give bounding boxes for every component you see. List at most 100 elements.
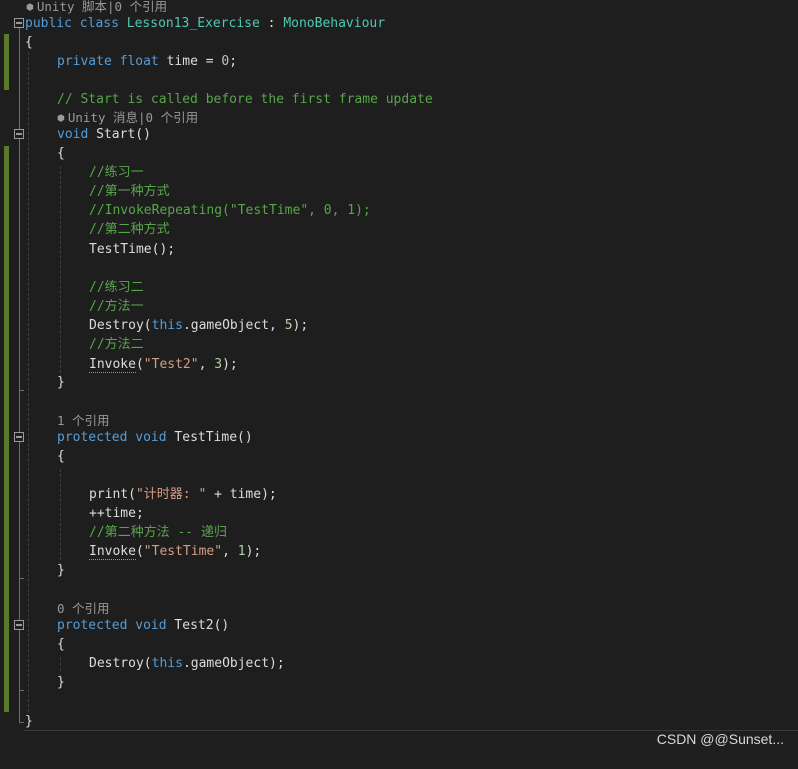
paren: ( xyxy=(128,487,136,502)
comment: //第二种方法 -- 递归 xyxy=(89,525,227,540)
code-line[interactable]: // Start is called before the first fram… xyxy=(0,90,798,109)
code-line[interactable]: void Start() xyxy=(0,125,798,144)
number: 1 xyxy=(237,544,246,559)
number: 5 xyxy=(284,318,293,333)
method-call: Destroy xyxy=(89,656,144,671)
code-line[interactable]: { xyxy=(0,33,798,52)
operator: = xyxy=(197,54,222,69)
codelens-text[interactable]: Unity 消息|0 个引用 xyxy=(68,110,198,125)
code-line[interactable]: protected void TestTime() xyxy=(0,428,798,447)
comma: , xyxy=(198,357,215,372)
code-editor[interactable]: ⬢ Unity 脚本|0 个引用 public class Lesson13_Ex… xyxy=(0,0,798,755)
keyword: void xyxy=(135,430,167,445)
paren: ); xyxy=(245,544,262,559)
code-line[interactable]: Destroy(this.gameObject); xyxy=(0,654,798,673)
expression: + time); xyxy=(206,487,277,502)
brace: { xyxy=(57,449,65,464)
base-class: MonoBehaviour xyxy=(283,16,386,31)
code-line[interactable]: //第一种方式 xyxy=(0,182,798,201)
keyword: this xyxy=(151,318,183,333)
comma: , xyxy=(222,544,238,559)
code-line[interactable]: } xyxy=(0,673,798,692)
comment: //第二种方式 xyxy=(89,222,170,237)
code-line[interactable]: //方法二 xyxy=(0,335,798,354)
code-line[interactable]: } xyxy=(0,712,798,731)
code-line[interactable]: //第二种方式 xyxy=(0,220,798,239)
keyword: void xyxy=(57,127,89,142)
code-line[interactable]: //第二种方法 -- 递归 xyxy=(0,523,798,542)
colon: : xyxy=(259,16,284,31)
semicolon: ; xyxy=(229,54,238,69)
keyword: void xyxy=(135,618,167,633)
brace: } xyxy=(57,675,65,690)
keyword: public xyxy=(25,16,72,31)
parens: () xyxy=(213,618,230,633)
number: 3 xyxy=(214,357,223,372)
statement: ++time; xyxy=(89,506,144,521)
string: "Test2" xyxy=(143,357,199,372)
brace: { xyxy=(25,35,33,50)
code-line[interactable]: private float time = 0; xyxy=(0,52,798,71)
field-name: time xyxy=(166,54,198,69)
code-line[interactable]: { xyxy=(0,144,798,163)
keyword: this xyxy=(151,656,183,671)
paren: ( xyxy=(143,318,152,333)
comment: //第一种方式 xyxy=(89,184,170,199)
code-line[interactable]: { xyxy=(0,447,798,466)
comment: //方法一 xyxy=(89,299,144,314)
method-name: Test2 xyxy=(174,618,214,633)
comment: //InvokeRepeating("TestTime", 0, 1); xyxy=(89,203,371,218)
paren: ); xyxy=(222,357,238,372)
class-name: Lesson13_Exercise xyxy=(126,16,260,31)
member-access: .gameObject, xyxy=(182,318,285,333)
keyword: private xyxy=(57,54,112,69)
code-line[interactable]: TestTime(); xyxy=(0,240,798,259)
unity-cube-icon: ⬢ xyxy=(26,3,34,13)
code-line[interactable]: //方法一 xyxy=(0,297,798,316)
keyword: class xyxy=(79,16,119,31)
keyword: protected xyxy=(57,618,128,633)
method-call: Invoke xyxy=(89,357,136,373)
brace: { xyxy=(57,637,65,652)
code-line[interactable]: public class Lesson13_Exercise : MonoBeh… xyxy=(0,14,798,33)
brace: { xyxy=(57,146,65,161)
paren: ( xyxy=(143,656,152,671)
code-line[interactable]: } xyxy=(0,561,798,580)
code-line[interactable]: Destroy(this.gameObject, 5); xyxy=(0,316,798,335)
unity-cube-icon: ⬢ xyxy=(57,114,65,124)
paren: ); xyxy=(292,318,309,333)
code-line[interactable]: print("计时器: " + time); xyxy=(0,485,798,504)
keyword: protected xyxy=(57,430,128,445)
code-line[interactable]: protected void Test2() xyxy=(0,616,798,635)
method-call: Invoke xyxy=(89,544,136,560)
code-line[interactable]: //练习一 xyxy=(0,163,798,182)
brace: } xyxy=(57,563,65,578)
comment: // Start is called before the first fram… xyxy=(57,92,433,107)
comment: //练习二 xyxy=(89,280,144,295)
string: "TestTime" xyxy=(143,544,223,559)
codelens-text[interactable]: Unity 脚本|0 个引用 xyxy=(37,0,167,14)
parens: () xyxy=(135,127,151,142)
code-line[interactable]: //练习二 xyxy=(0,278,798,297)
parens: () xyxy=(237,430,253,445)
brace: } xyxy=(57,375,65,390)
code-line[interactable]: { xyxy=(0,635,798,654)
code-line[interactable]: //InvokeRepeating("TestTime", 0, 1); xyxy=(0,201,798,220)
method-name: Start xyxy=(96,127,136,142)
brace: } xyxy=(25,714,33,729)
method-call: Destroy xyxy=(89,318,144,333)
method-name: TestTime xyxy=(174,430,238,445)
watermark: CSDN @@Sunset... xyxy=(656,731,784,747)
member-access: .gameObject); xyxy=(182,656,285,671)
comment: //方法二 xyxy=(89,337,144,352)
method-call: print xyxy=(89,487,129,502)
code-line[interactable]: Invoke("Test2", 3); xyxy=(0,355,798,374)
code-line[interactable]: Invoke("TestTime", 1); xyxy=(0,542,798,561)
paren: ( xyxy=(135,544,144,559)
code-line[interactable]: } xyxy=(0,373,798,392)
paren: ( xyxy=(135,357,144,372)
string: "计时器: " xyxy=(135,487,207,502)
method-call: TestTime(); xyxy=(89,242,176,257)
code-line[interactable]: ++time; xyxy=(0,504,798,523)
comment: //练习一 xyxy=(89,165,144,180)
